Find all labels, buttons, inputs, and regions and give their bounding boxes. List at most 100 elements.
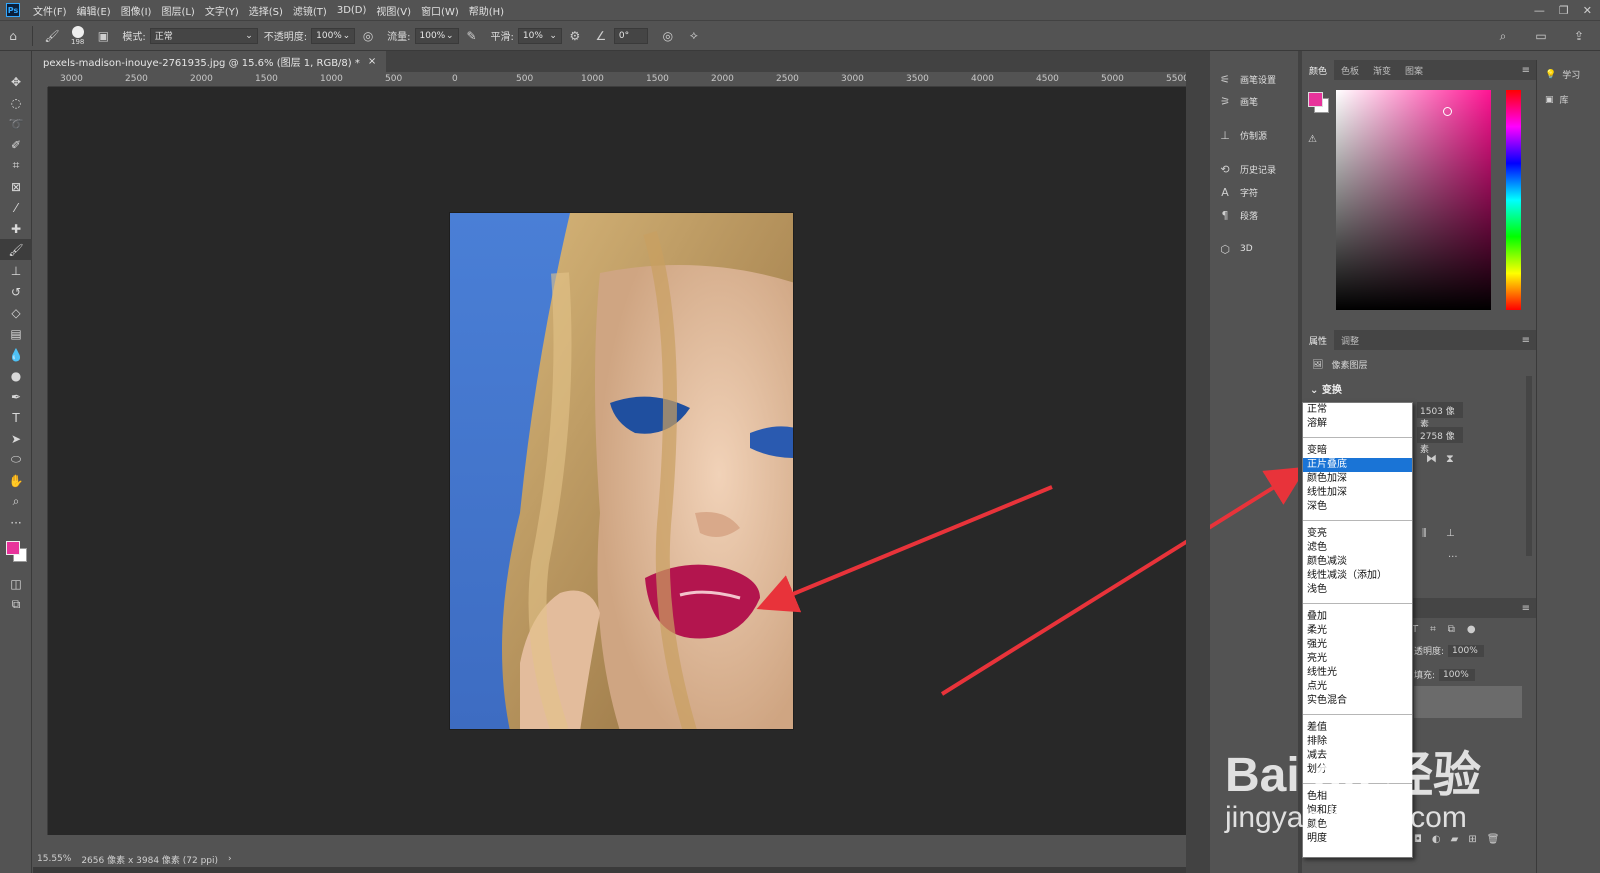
- flip-vertical-icon[interactable]: ⧗: [1446, 452, 1454, 466]
- quick-select-tool-icon[interactable]: ✐: [0, 134, 32, 155]
- layer-fill-field[interactable]: 100%: [1439, 668, 1476, 681]
- mode-select[interactable]: 正常 ⌄: [149, 27, 258, 44]
- trash-icon[interactable]: 🗑: [1487, 834, 1500, 845]
- restore-button[interactable]: ❐: [1559, 4, 1569, 17]
- eyedropper-tool-icon[interactable]: ⁄: [0, 197, 32, 218]
- blend-option[interactable]: 划分: [1303, 763, 1412, 777]
- blend-option[interactable]: 叠加: [1303, 610, 1412, 624]
- tab-swatches[interactable]: 色板: [1334, 60, 1366, 80]
- panel-brush-settings[interactable]: ⚟ 画笔设置: [1218, 68, 1276, 90]
- properties-scrollbar[interactable]: [1526, 376, 1532, 556]
- panel-3d[interactable]: ⬡ 3D: [1218, 238, 1252, 260]
- shape-tool-icon[interactable]: ⬭: [0, 449, 32, 470]
- panel-brushes[interactable]: ⚞ 画笔: [1218, 90, 1258, 112]
- blend-option[interactable]: 正常: [1303, 403, 1412, 417]
- blur-tool-icon[interactable]: 💧: [0, 344, 32, 365]
- new-layer-icon[interactable]: ⊞: [1468, 834, 1476, 845]
- menu-view[interactable]: 视图(V): [371, 3, 416, 18]
- menu-select[interactable]: 选择(S): [244, 3, 288, 18]
- tab-gradients[interactable]: 渐变: [1366, 60, 1398, 80]
- blend-option[interactable]: 颜色加深: [1303, 472, 1412, 486]
- symmetry-icon[interactable]: ⟡: [684, 26, 704, 46]
- crop-tool-icon[interactable]: ⌗: [0, 155, 32, 176]
- blend-option[interactable]: 实色混合: [1303, 694, 1412, 708]
- menu-help[interactable]: 帮助(H): [464, 3, 509, 18]
- lasso-tool-icon[interactable]: ➰: [0, 113, 32, 134]
- menu-type[interactable]: 文字(Y): [200, 3, 244, 18]
- blend-option[interactable]: 色相: [1303, 790, 1412, 804]
- brush-tool-icon[interactable]: 🖌: [0, 239, 32, 260]
- blend-option[interactable]: 滤色: [1303, 541, 1412, 555]
- marquee-tool-icon[interactable]: ◌: [0, 92, 32, 113]
- clone-stamp-tool-icon[interactable]: ⊥: [0, 260, 32, 281]
- frame-tool-icon[interactable]: ⊠: [0, 176, 32, 197]
- blend-option[interactable]: 浅色: [1303, 583, 1412, 597]
- more-tools-icon[interactable]: ···: [0, 512, 32, 533]
- menu-edit[interactable]: 编辑(E): [72, 3, 116, 18]
- share-icon[interactable]: ⇪: [1569, 26, 1589, 46]
- smart-object-filter-icon[interactable]: ⧉: [1448, 624, 1455, 635]
- history-brush-tool-icon[interactable]: ↺: [0, 281, 32, 302]
- brush-panel-toggle-icon[interactable]: ▣: [93, 26, 113, 46]
- blend-option[interactable]: 颜色减淡: [1303, 555, 1412, 569]
- adjustment-icon[interactable]: ◐: [1432, 834, 1441, 845]
- menu-3d[interactable]: 3D(D): [332, 5, 372, 16]
- mask-icon[interactable]: ◘: [1414, 834, 1422, 845]
- blend-option[interactable]: 明度: [1303, 832, 1412, 846]
- gear-icon[interactable]: ⚙: [565, 26, 585, 46]
- blend-option[interactable]: 差值: [1303, 721, 1412, 735]
- blend-option[interactable]: 强光: [1303, 638, 1412, 652]
- layer-opacity-field[interactable]: 100%: [1448, 644, 1485, 657]
- panel-menu-icon[interactable]: ≡: [1522, 603, 1530, 614]
- workspace-icon[interactable]: ▭: [1531, 26, 1551, 46]
- menu-window[interactable]: 窗口(W): [416, 3, 464, 18]
- tab-adjustments[interactable]: 调整: [1334, 330, 1366, 350]
- smoothing-field[interactable]: 10% ⌄: [517, 27, 562, 44]
- blend-option[interactable]: 柔光: [1303, 624, 1412, 638]
- airbrush-icon[interactable]: ✎: [462, 26, 482, 46]
- width-field[interactable]: 1503 像素: [1417, 402, 1463, 430]
- height-field[interactable]: 2758 像素: [1417, 427, 1463, 455]
- blend-option[interactable]: 溶解: [1303, 417, 1412, 431]
- flow-field[interactable]: 100% ⌄: [414, 27, 459, 44]
- menu-layer[interactable]: 图层(L): [156, 3, 199, 18]
- menu-file[interactable]: 文件(F): [28, 3, 72, 18]
- saturation-value-field[interactable]: [1336, 90, 1491, 310]
- hand-tool-icon[interactable]: ✋: [0, 470, 32, 491]
- blend-option[interactable]: 线性光: [1303, 666, 1412, 680]
- menu-filter[interactable]: 滤镜(T): [288, 3, 332, 18]
- panel-character[interactable]: A 字符: [1218, 181, 1258, 203]
- healing-brush-tool-icon[interactable]: ✚: [0, 218, 32, 239]
- panel-paragraph[interactable]: ¶ 段落: [1218, 204, 1259, 226]
- hue-slider[interactable]: [1506, 90, 1521, 310]
- blend-option[interactable]: 线性加深: [1303, 486, 1412, 500]
- eraser-tool-icon[interactable]: ◇: [0, 302, 32, 323]
- panel-history[interactable]: ⟲ 历史记录: [1218, 158, 1276, 180]
- opacity-field[interactable]: 100% ⌄: [311, 27, 356, 44]
- zoom-tool-icon[interactable]: ⌕: [0, 491, 32, 512]
- document-tab[interactable]: pexels-madison-inouye-2761935.jpg @ 15.6…: [33, 51, 387, 72]
- filter-toggle-icon[interactable]: ●: [1467, 624, 1476, 635]
- folder-icon[interactable]: ▰: [1451, 834, 1459, 845]
- color-picker-cursor[interactable]: [1443, 107, 1452, 116]
- blend-option[interactable]: 减去: [1303, 749, 1412, 763]
- tab-color[interactable]: 颜色: [1302, 60, 1335, 80]
- blend-option[interactable]: 颜色: [1303, 818, 1412, 832]
- transform-section-header[interactable]: ⌄ 变换: [1302, 379, 1536, 398]
- path-selection-tool-icon[interactable]: ➤: [0, 428, 32, 449]
- panel-menu-icon[interactable]: ≡: [1522, 335, 1530, 346]
- close-icon[interactable]: ×: [368, 56, 376, 67]
- brush-tool-preset-icon[interactable]: 🖌: [42, 26, 62, 46]
- angle-field[interactable]: 0°: [613, 27, 648, 44]
- blend-option[interactable]: 排除: [1303, 735, 1412, 749]
- status-chevron-icon[interactable]: ›: [228, 854, 232, 864]
- tab-properties[interactable]: 属性: [1302, 330, 1335, 350]
- document-photo[interactable]: [449, 212, 794, 730]
- foreground-color-swatch[interactable]: [6, 541, 20, 555]
- shape-filter-icon[interactable]: ⌗: [1430, 624, 1436, 635]
- type-tool-icon[interactable]: T: [0, 407, 32, 428]
- zoom-level[interactable]: 15.55%: [37, 854, 71, 864]
- pressure-size-icon[interactable]: ◎: [658, 26, 678, 46]
- pressure-opacity-icon[interactable]: ◎: [358, 26, 378, 46]
- screen-mode-icon[interactable]: ⧉: [0, 594, 32, 615]
